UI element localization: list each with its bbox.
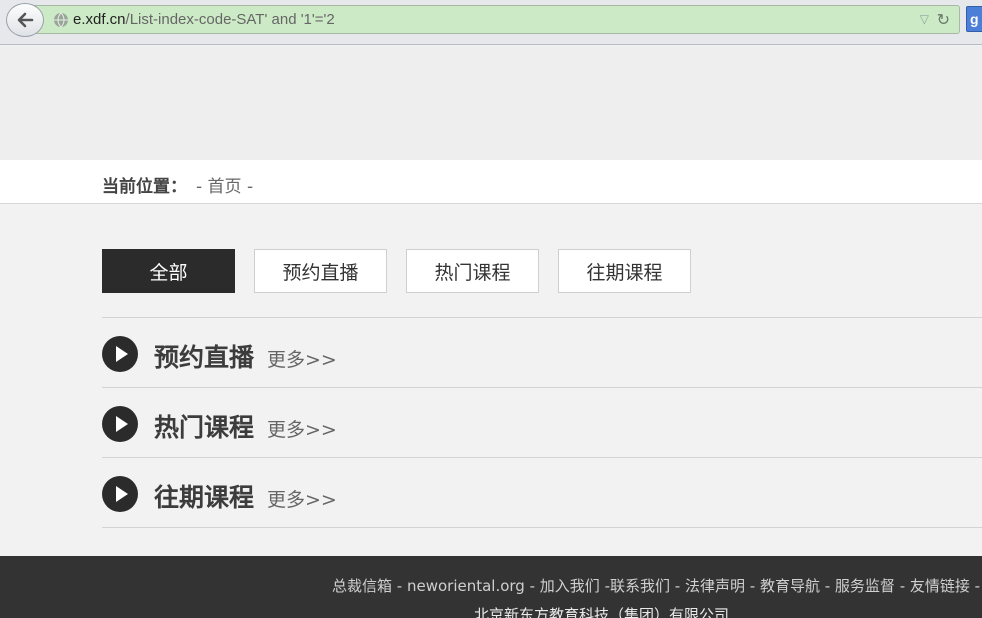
footer-link-contact-us[interactable]: 联系我们 bbox=[610, 577, 670, 595]
url-dropdown-icon[interactable]: ▽ bbox=[920, 12, 929, 26]
globe-icon bbox=[54, 12, 68, 28]
footer-link-join-us[interactable]: 加入我们 bbox=[540, 577, 600, 595]
section-booked-live: 预约直播 更多>> bbox=[102, 317, 982, 387]
footer-link-neworiental[interactable]: neworiental.org bbox=[407, 577, 525, 595]
footer-separator: - bbox=[819, 577, 835, 595]
footer: 总裁信箱 - neworiental.org - 加入我们 -联系我们 - 法律… bbox=[0, 556, 982, 618]
tab-booked-live[interactable]: 预约直播 bbox=[254, 249, 387, 293]
section-popular-courses: 热门课程 更多>> bbox=[102, 387, 982, 457]
browser-toolbar: e.xdf.cn/List-index-code-SAT' and '1'='2… bbox=[0, 0, 982, 45]
footer-separator: - bbox=[894, 577, 910, 595]
footer-link-supervision[interactable]: 服务监督 bbox=[835, 577, 895, 595]
url-text: e.xdf.cn/List-index-code-SAT' and '1'='2 bbox=[73, 11, 335, 28]
google-search-icon[interactable]: g bbox=[966, 6, 982, 32]
breadcrumb-label: 当前位置： bbox=[102, 177, 187, 197]
footer-separator: - bbox=[670, 577, 685, 595]
section-title: 往期课程 bbox=[154, 483, 255, 512]
footer-separator: - bbox=[524, 577, 540, 595]
footer-link-legal[interactable]: 法律声明 bbox=[685, 577, 745, 595]
more-link[interactable]: 更多>> bbox=[267, 415, 337, 442]
footer-links: 总裁信箱 - neworiental.org - 加入我们 -联系我们 - 法律… bbox=[332, 575, 980, 596]
breadcrumb: 当前位置： - 首页 - bbox=[0, 160, 982, 204]
tab-past-courses[interactable]: 往期课程 bbox=[558, 249, 691, 293]
play-icon bbox=[102, 476, 138, 512]
url-path: /List-index-code-SAT' and '1'='2 bbox=[125, 11, 335, 28]
breadcrumb-home-link[interactable]: - 首页 - bbox=[196, 172, 253, 197]
address-bar[interactable]: e.xdf.cn/List-index-code-SAT' and '1'='2… bbox=[30, 5, 960, 34]
reload-icon[interactable]: ↻ bbox=[937, 10, 950, 29]
footer-company-name: 北京新东方教育科技（集团）有限公司 bbox=[474, 606, 730, 618]
footer-separator: - bbox=[599, 577, 610, 595]
footer-separator: - bbox=[392, 577, 407, 595]
divider bbox=[102, 527, 982, 528]
hero-banner bbox=[0, 46, 982, 160]
back-button[interactable] bbox=[6, 3, 44, 37]
section-past-courses: 往期课程 更多>> bbox=[102, 457, 982, 527]
footer-separator: - bbox=[744, 577, 760, 595]
url-host: e.xdf.cn bbox=[73, 11, 126, 28]
arrow-left-icon bbox=[17, 12, 34, 28]
tab-all[interactable]: 全部 bbox=[102, 249, 235, 293]
footer-link-friend-links[interactable]: 友情链接 bbox=[910, 577, 970, 595]
footer-separator: - bbox=[969, 577, 981, 595]
play-icon bbox=[102, 406, 138, 442]
more-link[interactable]: 更多>> bbox=[267, 485, 337, 512]
section-title: 预约直播 bbox=[154, 343, 255, 372]
tab-popular-courses[interactable]: 热门课程 bbox=[406, 249, 539, 293]
footer-link-ceo-mailbox[interactable]: 总裁信箱 bbox=[332, 577, 392, 595]
footer-link-edu-nav[interactable]: 教育导航 bbox=[760, 577, 820, 595]
more-link[interactable]: 更多>> bbox=[267, 345, 337, 372]
section-title: 热门课程 bbox=[154, 413, 255, 442]
play-icon bbox=[102, 336, 138, 372]
